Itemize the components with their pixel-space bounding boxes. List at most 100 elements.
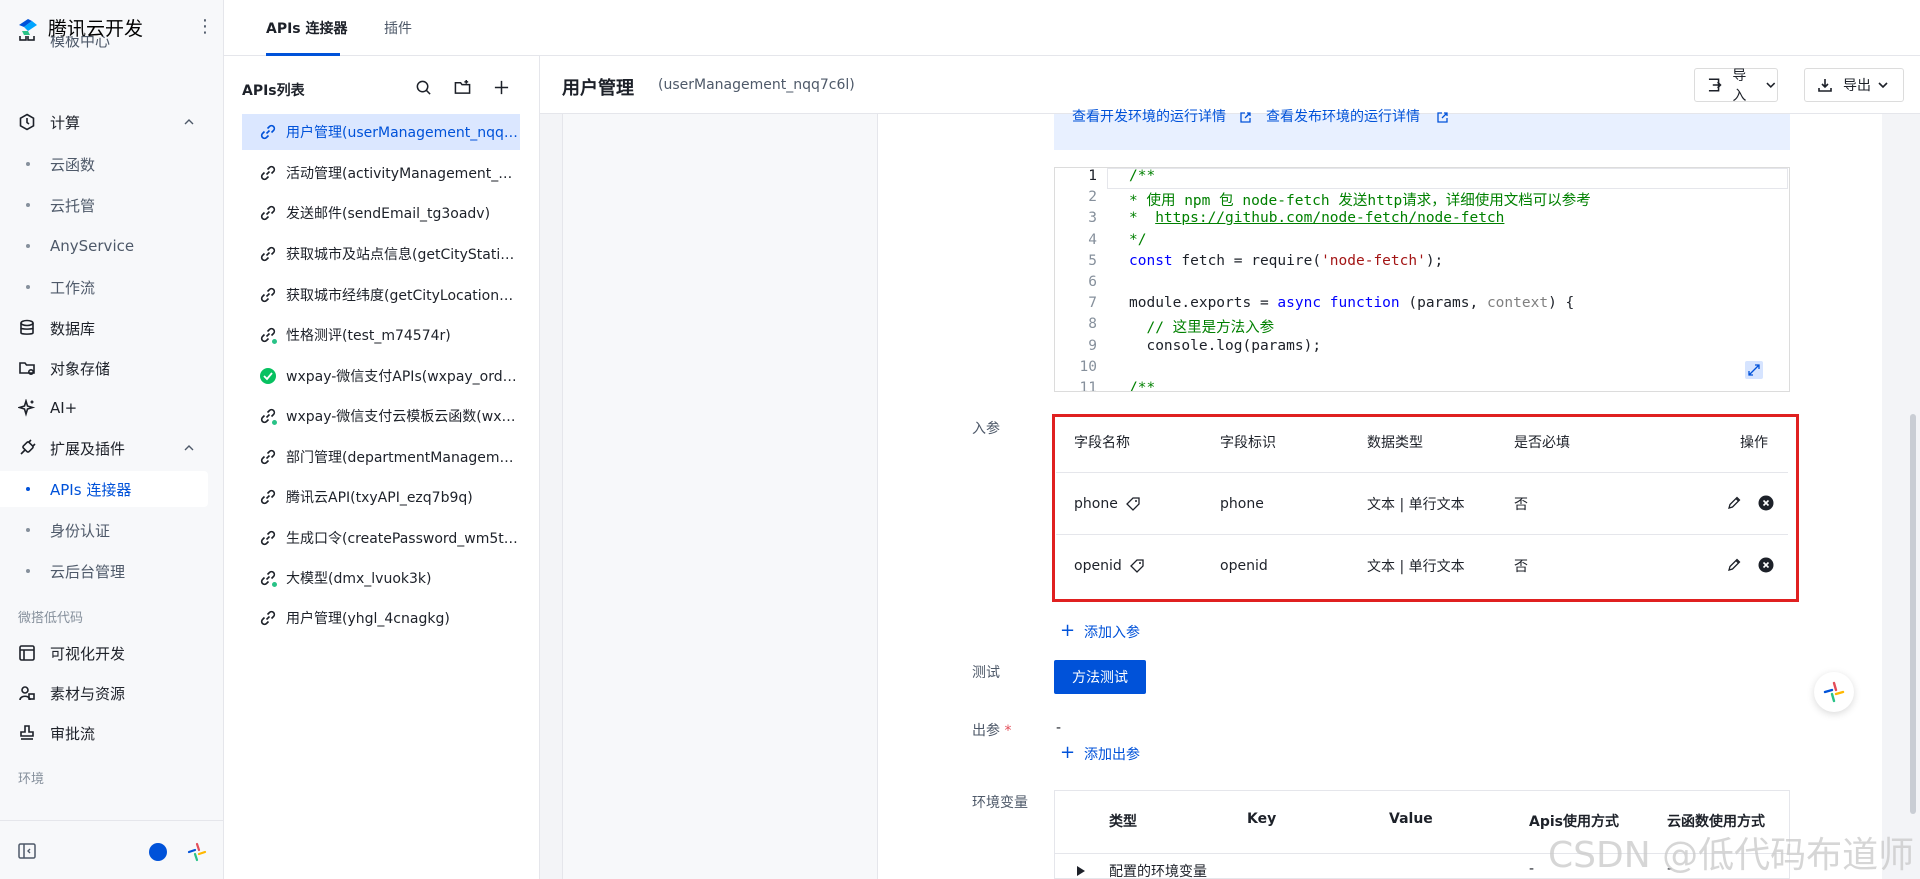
top-tab-bar: APIs 连接器 插件	[224, 0, 1920, 56]
chevron-down-icon	[1878, 82, 1888, 89]
sidebar-item-cloud-admin[interactable]: 云后台管理	[0, 553, 224, 589]
api-list-item[interactable]: 用户管理(yhgl_4cnagkg)	[242, 600, 520, 636]
api-list-item[interactable]: 生成口令(createPassword_wm5t2zu)	[242, 520, 520, 556]
line-number: 7	[1088, 295, 1097, 312]
line-number: 6	[1088, 274, 1097, 290]
line-number: 9	[1088, 337, 1097, 354]
sidebar-item-cloud-function[interactable]: 云函数	[0, 146, 224, 182]
more-menu-icon[interactable]: ⋮	[196, 16, 214, 37]
sidebar-item-materials[interactable]: 素材与资源	[0, 675, 224, 711]
ai-assistant-icon[interactable]	[187, 842, 207, 862]
api-list-item[interactable]: 大模型(dmx_lvuok3k)	[242, 560, 520, 596]
col-value: Value	[1389, 811, 1433, 827]
api-link-icon	[260, 165, 276, 181]
code-text: console.log(params);	[1129, 337, 1322, 354]
sidebar-item-approval[interactable]: 审批流	[0, 715, 224, 751]
compute-icon	[18, 113, 36, 131]
sidebar-item-auth[interactable]: 身份认证	[0, 512, 224, 548]
sparkle-icon	[18, 399, 36, 417]
test-label: 测试	[972, 665, 1000, 681]
sidebar-group-compute[interactable]: 计算	[0, 104, 224, 140]
code-line: 8 // 这里是方法入参	[1055, 316, 1789, 337]
api-list-toolbar	[414, 78, 531, 96]
api-list-item[interactable]: 部门管理(departmentManagement_a...	[242, 439, 520, 475]
code-text: /**	[1129, 380, 1156, 392]
api-link-icon	[260, 570, 278, 588]
tab-plugins[interactable]: 插件	[384, 18, 412, 38]
tab-apis-connector[interactable]: APIs 连接器	[266, 18, 348, 38]
api-link-icon	[260, 205, 276, 221]
search-icon[interactable]	[414, 78, 432, 96]
chevron-up-icon	[184, 445, 194, 451]
storage-icon	[18, 359, 36, 377]
required-mark: *	[1004, 723, 1012, 739]
add-output-param-link[interactable]: + 添加出参	[1060, 742, 1140, 764]
export-button[interactable]: 导出	[1804, 68, 1904, 102]
env-row-label: 配置的环境变量	[1109, 864, 1207, 879]
api-list-item[interactable]: 用户管理(userManagement_nqq7c6l)	[242, 114, 520, 150]
main-scrollbar[interactable]	[1910, 414, 1916, 814]
sidebar-item-database[interactable]: 数据库	[0, 310, 224, 346]
dev-run-details-link[interactable]: 查看开发环境的运行详情	[1072, 106, 1226, 126]
output-params-value: -	[1056, 720, 1062, 736]
ai-assistant-icon	[1823, 681, 1845, 703]
code-text: module.exports = async function (params,…	[1129, 295, 1575, 312]
sidebar-group-extensions[interactable]: 扩展及插件	[0, 430, 224, 466]
sidebar-item-cloud-run[interactable]: 云托管	[0, 187, 224, 223]
run-details-banner: 查看开发环境的运行详情 查看发布环境的运行详情	[1054, 109, 1790, 150]
chevron-down-icon	[1766, 82, 1776, 89]
sidebar-item-workflow[interactable]: 工作流	[0, 269, 224, 305]
prod-run-details-link[interactable]: 查看发布环境的运行详情	[1266, 106, 1420, 126]
template-icon	[18, 36, 36, 50]
collapse-sidebar-icon[interactable]	[18, 843, 36, 859]
code-line: 9 console.log(params);	[1055, 338, 1789, 359]
api-detail-card: 查看开发环境的运行详情 查看发布环境的运行详情 1 /** 2 * 使用 npm 包 …	[562, 109, 1882, 879]
sidebar-item-visual-dev[interactable]: 可视化开发	[0, 635, 224, 671]
floating-ai-button[interactable]	[1814, 672, 1854, 712]
api-list-item[interactable]: 发送邮件(sendEmail_tg3oadv)	[242, 195, 520, 231]
code-text: * https://github.com/node-fetch/node-fet…	[1129, 210, 1505, 227]
sidebar-item-template-center[interactable]: 模板中心	[0, 36, 224, 56]
api-list-item[interactable]: 获取城市及站点信息(getCityStation_...	[242, 236, 520, 272]
add-input-param-link[interactable]: + 添加入参	[1060, 620, 1140, 642]
code-line: 11 /**	[1055, 380, 1789, 392]
code-text: */	[1129, 231, 1147, 248]
page-subtitle: (userManagement_nqq7c6l)	[658, 77, 855, 93]
api-link-icon	[260, 246, 276, 262]
code-line: 2 * 使用 npm 包 node-fetch 发送http请求，详细使用文档可以…	[1055, 189, 1789, 210]
import-button[interactable]: 导入	[1694, 68, 1778, 104]
visual-dev-icon	[18, 644, 36, 662]
api-list-item[interactable]: wxpay-微信支付云模板云函数(wxpay...	[242, 398, 520, 434]
code-line: 3 * https://github.com/node-fetch/node-fe…	[1055, 210, 1789, 231]
method-test-button[interactable]: 方法测试	[1054, 660, 1146, 694]
api-list-item[interactable]: 性格测评(test_m74574r)	[242, 317, 520, 353]
api-link-icon	[260, 287, 276, 303]
add-icon[interactable]	[492, 78, 510, 96]
sidebar-item-apis-connector[interactable]: APIs 连接器	[0, 471, 208, 507]
sidebar-item-object-storage[interactable]: 对象存储	[0, 350, 224, 386]
plugin-icon	[18, 439, 36, 457]
api-link-icon	[260, 124, 276, 140]
api-list-item[interactable]: 活动管理(activityManagement_vn1p...	[242, 155, 520, 191]
line-number: 2	[1088, 189, 1097, 206]
col-type: 类型	[1109, 814, 1137, 830]
user-avatar-icon[interactable]	[149, 843, 167, 861]
api-link-icon	[260, 449, 276, 465]
api-list-item[interactable]: 腾讯云API(txyAPI_ezq7b9q)	[242, 479, 520, 515]
sidebar-group-env-label: 环境	[18, 772, 45, 787]
line-number: 5	[1088, 252, 1097, 269]
api-link-icon	[260, 610, 276, 626]
api-list-item[interactable]: wxpay-微信支付APIs(wxpay_order_a...	[242, 358, 520, 394]
new-folder-icon[interactable]	[453, 78, 471, 96]
external-link-icon	[1240, 112, 1251, 123]
code-line: 6	[1055, 274, 1789, 295]
input-params-label: 入参	[972, 421, 1000, 437]
sidebar-item-ai[interactable]: AI+	[0, 390, 224, 426]
code-text: // 这里是方法入参	[1129, 320, 1275, 337]
code-editor[interactable]: 1 /** 2 * 使用 npm 包 node-fetch 发送http请求，详细使用…	[1054, 167, 1790, 392]
database-icon	[18, 319, 36, 337]
api-list-item[interactable]: 获取城市经纬度(getCityLocation_sca...	[242, 277, 520, 313]
expand-row-icon[interactable]	[1077, 866, 1085, 876]
sidebar-item-anyservice[interactable]: AnyService	[0, 228, 224, 264]
wxpay-icon	[260, 368, 276, 384]
